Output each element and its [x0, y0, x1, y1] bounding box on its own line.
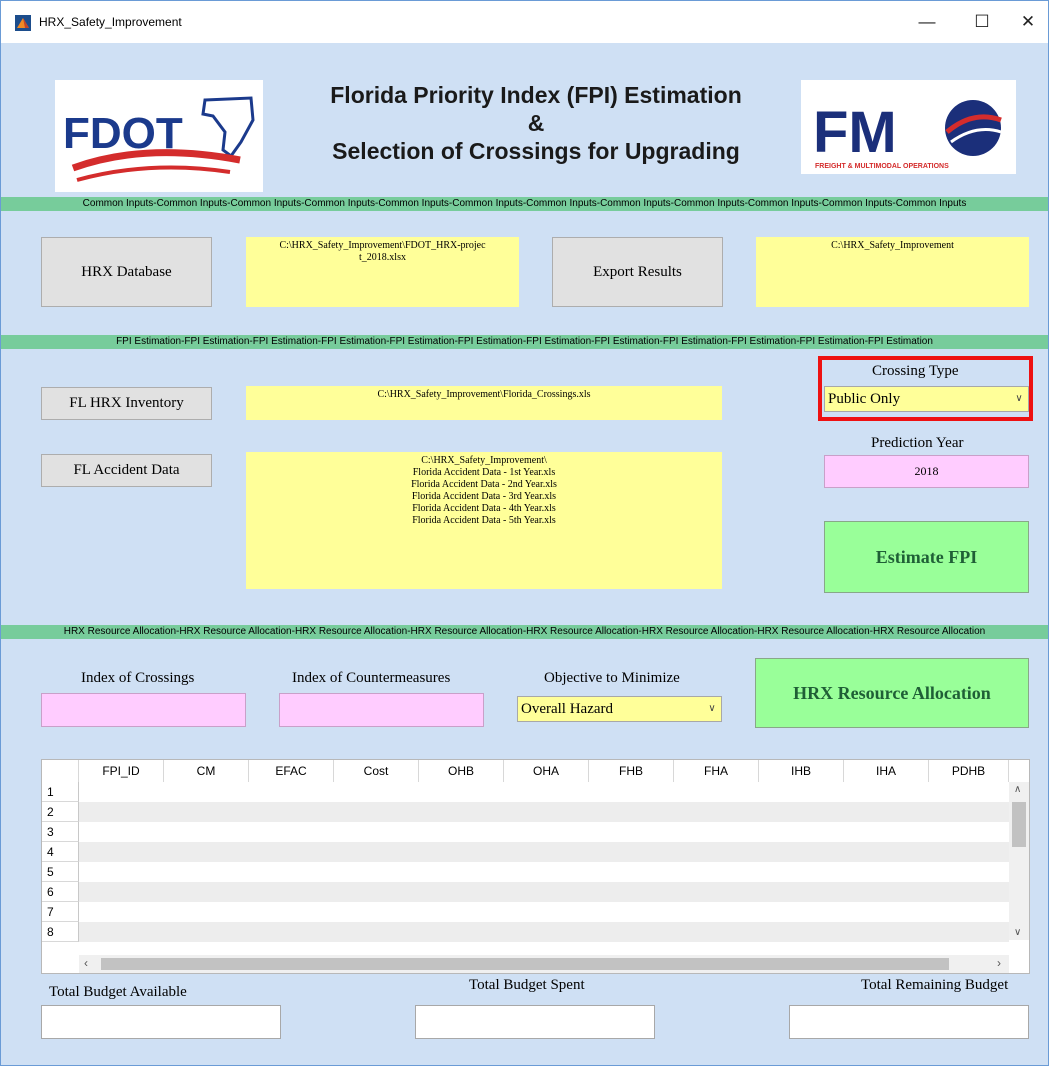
total-remaining-budget-label: Total Remaining Budget	[861, 977, 1009, 993]
column-header-cost[interactable]: Cost	[334, 760, 419, 782]
table-row[interactable]	[79, 782, 1009, 802]
inventory-path: C:\HRX_Safety_Improvement\Florida_Crossi…	[246, 386, 722, 420]
fdot-logo: FDOT	[55, 80, 263, 192]
fmo-logo-subtext: FREIGHT & MULTIMODAL OPERATIONS	[815, 163, 949, 170]
resource-allocation-band: HRX Resource Allocation-HRX Resource All…	[1, 625, 1048, 639]
column-header-ohb[interactable]: OHB	[419, 760, 504, 782]
total-budget-available-input[interactable]	[41, 1005, 281, 1039]
export-results-button[interactable]: Export Results	[552, 237, 723, 307]
app-window: HRX_Safety_Improvement — ☐ ✕ FDOT Florid…	[0, 0, 1049, 1066]
row-header: 5	[42, 862, 79, 882]
table-row[interactable]	[79, 802, 1009, 822]
minimize-button[interactable]: —	[904, 7, 950, 37]
vertical-scroll-thumb[interactable]	[1012, 802, 1026, 847]
fpi-estimation-band: FPI Estimation-FPI Estimation-FPI Estima…	[1, 335, 1048, 349]
row-header: 6	[42, 882, 79, 902]
fl-hrx-inventory-button[interactable]: FL HRX Inventory	[41, 387, 212, 420]
total-budget-spent-output	[415, 1005, 655, 1039]
table-row[interactable]	[79, 922, 1009, 942]
row-header: 4	[42, 842, 79, 862]
vertical-scrollbar[interactable]: ∧ ∨	[1009, 782, 1029, 940]
column-header-fpi-id[interactable]: FPI_ID	[79, 760, 164, 782]
fdot-logo-graphic: FDOT	[63, 96, 255, 182]
accident-data-paths: C:\HRX_Safety_Improvement\ Florida Accid…	[246, 452, 722, 589]
title-line-3: Selection of Crossings for Upgrading	[332, 138, 740, 164]
column-header-ihb[interactable]: IHB	[759, 760, 844, 782]
title-bar[interactable]: HRX_Safety_Improvement — ☐ ✕	[1, 1, 1048, 43]
common-inputs-band: Common Inputs-Common Inputs-Common Input…	[1, 197, 1048, 211]
index-of-countermeasures-label: Index of Countermeasures	[292, 670, 451, 686]
row-header: 3	[42, 822, 79, 842]
page-title: Florida Priority Index (FPI) Estimation …	[281, 81, 791, 165]
title-line-1: Florida Priority Index (FPI) Estimation	[330, 82, 742, 108]
fmo-logo-graphic: FM FREIGHT & MULTIMODAL OPERATIONS	[813, 100, 1002, 170]
scroll-left-icon[interactable]: ‹	[84, 956, 88, 970]
objective-label: Objective to Minimize	[544, 670, 680, 686]
maximize-button[interactable]: ☐	[959, 7, 1005, 37]
scroll-up-icon[interactable]: ∧	[1014, 784, 1021, 795]
matlab-icon	[15, 15, 31, 31]
scroll-down-icon[interactable]: ∨	[1014, 927, 1021, 938]
chevron-down-icon: ∨	[708, 703, 716, 714]
fl-accident-data-button[interactable]: FL Accident Data	[41, 454, 212, 487]
row-header: 2	[42, 802, 79, 822]
table-row[interactable]	[79, 842, 1009, 862]
title-line-2: &	[527, 110, 545, 136]
column-header-iha[interactable]: IHA	[844, 760, 929, 782]
prediction-year-input[interactable]: 2018	[824, 455, 1029, 488]
crossing-type-value: Public Only	[828, 391, 901, 407]
fmo-logo-text: FM	[813, 100, 897, 165]
estimate-fpi-button[interactable]: Estimate FPI	[824, 521, 1029, 593]
crossing-type-dropdown[interactable]: Public Only ∨	[824, 386, 1029, 412]
main-panel: FDOT Florida Priority Index (FPI) Estima…	[1, 43, 1048, 1065]
column-header-cm[interactable]: CM	[164, 760, 249, 782]
export-path: C:\HRX_Safety_Improvement	[756, 237, 1029, 307]
table-row[interactable]	[79, 822, 1009, 842]
row-header: 7	[42, 902, 79, 922]
index-of-crossings-label: Index of Crossings	[81, 670, 195, 686]
index-of-countermeasures-input[interactable]	[279, 693, 484, 727]
table-row[interactable]	[79, 862, 1009, 882]
table-row[interactable]	[79, 882, 1009, 902]
column-header-efac[interactable]: EFAC	[249, 760, 334, 782]
scroll-right-icon[interactable]: ›	[997, 956, 1001, 970]
column-header-oha[interactable]: OHA	[504, 760, 589, 782]
table-row[interactable]	[79, 902, 1009, 922]
close-button[interactable]: ✕	[1005, 7, 1049, 37]
objective-dropdown[interactable]: Overall Hazard ∨	[517, 696, 722, 722]
window-title: HRX_Safety_Improvement	[39, 15, 182, 29]
column-header-fha[interactable]: FHA	[674, 760, 759, 782]
total-budget-available-label: Total Budget Available	[49, 984, 187, 1000]
hrx-database-button[interactable]: HRX Database	[41, 237, 212, 307]
hrx-database-path: C:\HRX_Safety_Improvement\FDOT_HRX-proje…	[246, 237, 519, 307]
results-table[interactable]: FPI_ID CM EFAC Cost OHB OHA FHB FHA IHB …	[41, 759, 1030, 974]
column-header-fhb[interactable]: FHB	[589, 760, 674, 782]
horizontal-scroll-thumb[interactable]	[101, 958, 949, 970]
row-header: 1	[42, 782, 79, 802]
horizontal-scrollbar[interactable]: ‹ ›	[79, 955, 1009, 973]
row-header: 8	[42, 922, 79, 942]
index-of-crossings-input[interactable]	[41, 693, 246, 727]
column-header-pdhb[interactable]: PDHB	[929, 760, 1009, 782]
total-budget-spent-label: Total Budget Spent	[469, 977, 585, 993]
prediction-year-label: Prediction Year	[871, 435, 964, 451]
fmo-logo: FM FREIGHT & MULTIMODAL OPERATIONS	[801, 80, 1016, 174]
table-corner-header	[42, 760, 79, 782]
hrx-resource-allocation-button[interactable]: HRX Resource Allocation	[755, 658, 1029, 728]
total-remaining-budget-output	[789, 1005, 1029, 1039]
objective-value: Overall Hazard	[521, 701, 614, 717]
chevron-down-icon: ∨	[1015, 393, 1023, 404]
